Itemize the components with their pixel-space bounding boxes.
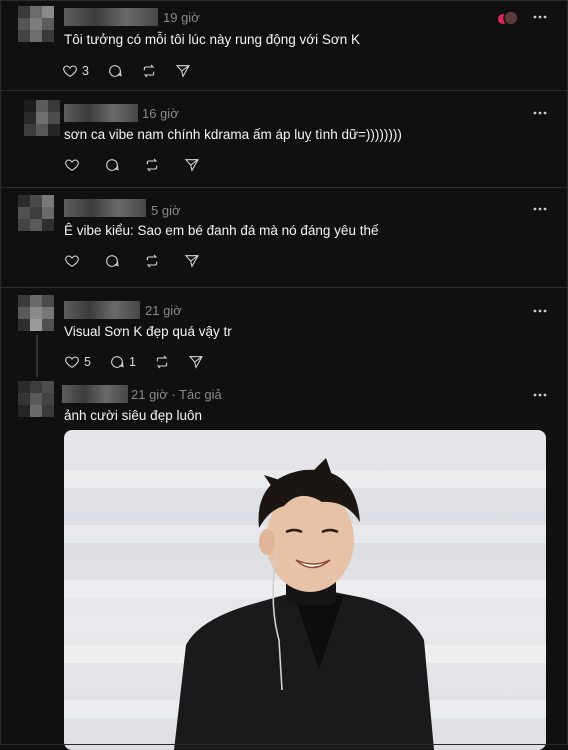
like-button[interactable]: 5 xyxy=(64,354,91,370)
reply-button[interactable]: 1 xyxy=(109,354,136,370)
reply-count: 1 xyxy=(128,355,136,369)
post-time: 19 giờ xyxy=(163,10,200,25)
post-actions xyxy=(64,155,218,175)
post-text: Ê vibe kiểu: Sao em bé đanh đá mà nó đán… xyxy=(64,223,379,238)
repost-button[interactable] xyxy=(144,253,160,269)
like-count: 5 xyxy=(84,355,91,369)
repost-button[interactable] xyxy=(141,63,157,79)
repost-icon xyxy=(146,254,158,268)
post-time: 5 giờ xyxy=(151,203,181,218)
heart-icon xyxy=(63,65,77,77)
like-count: 3 xyxy=(82,64,89,78)
heart-icon xyxy=(65,255,79,267)
like-button[interactable] xyxy=(64,157,80,173)
reply-button[interactable] xyxy=(104,157,120,173)
heart-icon xyxy=(65,159,79,171)
reply-button[interactable] xyxy=(104,253,120,269)
username-blurred[interactable] xyxy=(62,385,128,403)
heart-icon xyxy=(65,356,79,368)
repost-button[interactable] xyxy=(154,354,170,370)
post-text: Tôi tưởng có mỗi tôi lúc này rung động v… xyxy=(64,32,360,47)
post-text: Visual Sơn K đẹp quá vậy tr xyxy=(64,324,232,339)
username-blurred[interactable] xyxy=(64,199,146,217)
comment-icon xyxy=(106,255,119,267)
share-button[interactable] xyxy=(188,354,204,370)
avatar[interactable] xyxy=(18,6,54,42)
divider xyxy=(0,187,568,188)
post-actions: 3 xyxy=(62,61,209,81)
more-icon[interactable] xyxy=(533,10,547,24)
username-blurred[interactable] xyxy=(64,104,138,122)
comment-icon xyxy=(109,65,122,77)
post-time: 16 giờ xyxy=(142,106,179,121)
repost-icon xyxy=(146,158,158,172)
post-time: 21 giờ xyxy=(145,303,182,318)
share-button[interactable] xyxy=(184,157,200,173)
avatar[interactable] xyxy=(18,295,54,331)
more-icon[interactable] xyxy=(533,202,547,216)
username-blurred[interactable] xyxy=(64,301,140,319)
post-time: 21 giờ · Tác giả xyxy=(131,387,222,402)
reply-button[interactable] xyxy=(107,63,123,79)
post-text: sơn ca vibe nam chính kdrama ấm áp luỵ t… xyxy=(64,127,402,142)
send-icon xyxy=(188,356,203,369)
repost-icon xyxy=(143,64,155,78)
post-image[interactable] xyxy=(64,430,546,750)
more-icon[interactable] xyxy=(533,388,547,402)
post-text: ảnh cười siêu đẹp luôn xyxy=(64,408,202,423)
post-actions xyxy=(64,251,218,271)
send-icon xyxy=(184,255,199,268)
avatar[interactable] xyxy=(18,381,54,417)
comment-icon xyxy=(106,159,119,171)
send-icon xyxy=(175,65,190,78)
repost-icon xyxy=(156,355,168,369)
like-button[interactable] xyxy=(64,253,80,269)
divider xyxy=(0,287,568,288)
more-icon[interactable] xyxy=(533,304,547,318)
post-actions: 5 1 xyxy=(64,352,222,372)
like-button[interactable]: 3 xyxy=(62,63,89,79)
reaction-avatars-icon xyxy=(498,10,519,26)
thread-line xyxy=(36,335,38,377)
more-icon[interactable] xyxy=(533,106,547,120)
author-tag: · Tác giả xyxy=(171,387,222,402)
avatar[interactable] xyxy=(24,100,60,136)
share-button[interactable] xyxy=(175,63,191,79)
send-icon xyxy=(184,159,199,172)
comment-icon xyxy=(111,356,124,368)
share-button[interactable] xyxy=(184,253,200,269)
username-blurred[interactable] xyxy=(64,8,158,26)
avatar[interactable] xyxy=(18,195,54,231)
divider xyxy=(0,90,568,91)
person-photo xyxy=(174,458,434,750)
repost-button[interactable] xyxy=(144,157,160,173)
